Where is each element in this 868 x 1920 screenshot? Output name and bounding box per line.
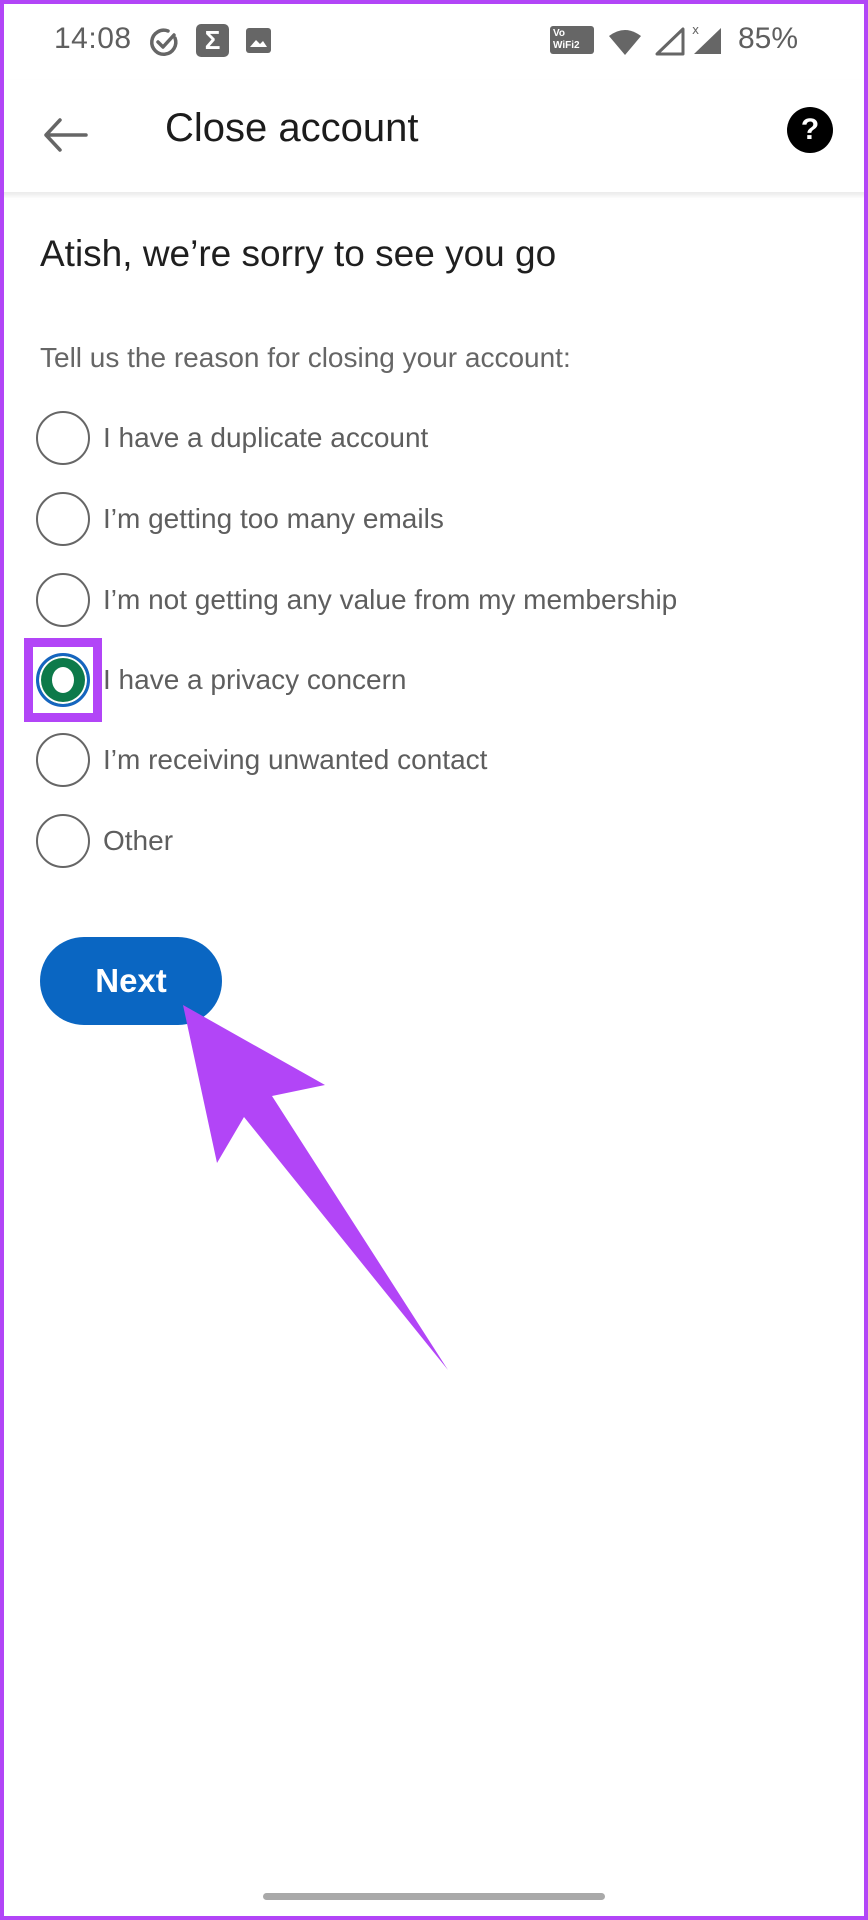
vowifi-label-bottom: WiFi2 [553,40,580,51]
reason-label: I have a duplicate account [103,422,429,453]
help-icon[interactable]: ? [787,107,833,153]
task-check-icon [150,28,178,56]
page-title: Close account [165,106,419,150]
reason-option-no-value[interactable]: I’m not getting any value from my member… [36,570,816,630]
wifi-icon [609,30,641,55]
radio-button[interactable] [36,492,90,546]
no-service-mark: x [692,23,699,37]
reason-option-privacy-concern[interactable]: I have a privacy concern [36,650,816,710]
back-arrow-icon[interactable] [38,110,94,160]
reason-label: I’m getting too many emails [103,503,444,534]
status-bar: 14:08 Σ Vo WiFi2 x 85% [0,0,868,80]
status-time: 14:08 [54,22,132,55]
battery-percent: 85% [738,22,799,55]
annotation-arrow-shape [183,1005,448,1370]
farewell-heading: Atish, we’re sorry to see you go [40,233,557,274]
next-button[interactable]: Next [40,937,222,1025]
cell-signal-empty-icon [655,27,685,56]
reason-label: I’m receiving unwanted contact [103,744,488,775]
reason-option-other[interactable]: Other [36,811,816,871]
reason-label: I’m not getting any value from my member… [103,584,678,615]
gallery-image-icon [246,28,271,53]
reason-option-too-many-emails[interactable]: I’m getting too many emails [36,489,816,549]
reason-option-duplicate-account[interactable]: I have a duplicate account [36,408,816,468]
reason-label: I have a privacy concern [103,664,407,695]
sigma-app-icon: Σ [196,24,229,57]
vowifi-label-top: Vo [553,28,566,39]
reason-prompt: Tell us the reason for closing your acco… [40,342,571,373]
reason-label: Other [103,825,174,856]
app-bar: Close account ? [0,80,868,193]
vowifi-icon: Vo WiFi2 [550,26,594,54]
radio-button[interactable] [36,573,90,627]
reason-option-unwanted-contact[interactable]: I’m receiving unwanted contact [36,730,816,790]
radio-button[interactable] [36,814,90,868]
home-indicator[interactable] [263,1893,605,1900]
radio-button[interactable] [36,411,90,465]
cell-signal-no-service-icon: x [692,23,721,54]
radio-button[interactable] [36,733,90,787]
annotation-highlight-box [24,638,102,722]
